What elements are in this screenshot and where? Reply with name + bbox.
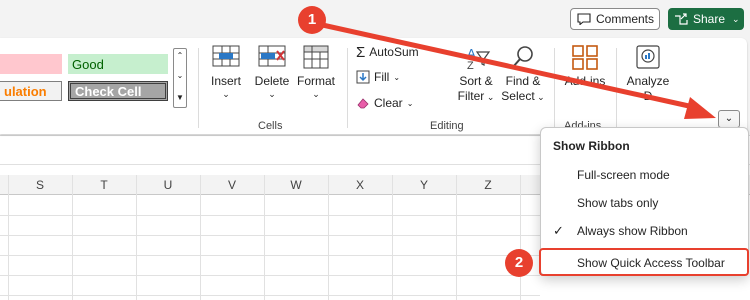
addins-label: Add-ins	[564, 74, 606, 88]
column-header-t[interactable]: T	[72, 178, 136, 192]
fill-button[interactable]: Fill ⌄	[356, 68, 400, 86]
share-button[interactable]: Share ⌄	[668, 8, 744, 30]
scroll-up-icon[interactable]: ⌃	[174, 51, 186, 61]
fill-down-icon	[356, 70, 370, 84]
find-select-button[interactable]: Find & Select ⌄	[500, 44, 546, 105]
ribbon: Good ulation Check Cell ⌃ ⌄ ▼ Insert ⌄ D…	[0, 36, 750, 136]
autosum-button[interactable]: Σ AutoSum	[356, 43, 419, 61]
column-header-u[interactable]: U	[136, 178, 200, 192]
cells-group-label: Cells	[258, 120, 283, 132]
group-divider	[198, 48, 199, 128]
find-select-line1: Find &	[505, 74, 541, 88]
checkmark-icon: ✓	[553, 223, 564, 238]
clear-button[interactable]: Clear ⌄	[356, 94, 413, 112]
eraser-icon	[357, 98, 369, 109]
comment-icon	[577, 13, 591, 25]
gridline	[392, 175, 393, 300]
column-header-s[interactable]: S	[8, 178, 72, 192]
gridline	[456, 175, 457, 300]
group-divider	[616, 48, 617, 128]
svg-text:Z: Z	[467, 60, 474, 70]
autosum-label: AutoSum	[369, 45, 419, 59]
format-button[interactable]: Format ⌄	[294, 44, 338, 99]
analyze-data-button[interactable]: Analyze D	[622, 44, 674, 104]
svg-text:A: A	[467, 46, 476, 61]
gridline	[0, 235, 540, 236]
gridline	[0, 215, 540, 216]
menu-item-full-screen[interactable]: Full-screen mode	[577, 168, 670, 182]
sigma-icon: Σ	[356, 43, 366, 61]
insert-label: Insert	[210, 74, 241, 88]
sort-filter-button[interactable]: A Z Sort & Filter ⌄	[452, 44, 500, 105]
annotation-badge-2: 2	[505, 249, 533, 277]
styles-gallery-scroll[interactable]: ⌃ ⌄ ▼	[173, 48, 187, 108]
gridline	[328, 175, 329, 300]
gridline	[520, 175, 521, 300]
sort-filter-line1: Sort &	[459, 74, 493, 88]
chevron-down-icon: ⌄	[393, 72, 401, 82]
comments-label: Comments	[596, 12, 655, 26]
clear-label: Clear	[374, 96, 403, 110]
annotation-badge-1: 1	[298, 6, 326, 34]
gridline	[8, 175, 9, 300]
insert-cells-icon	[212, 45, 240, 67]
ribbon-panel: Good ulation Check Cell ⌃ ⌄ ▼ Insert ⌄ D…	[0, 38, 747, 134]
gallery-more-icon[interactable]: ▼	[174, 93, 186, 103]
gridline	[0, 275, 540, 276]
menu-item-show-tabs-only[interactable]: Show tabs only	[577, 196, 658, 210]
column-header-v[interactable]: V	[200, 178, 264, 192]
style-calculation[interactable]: ulation	[0, 81, 62, 101]
share-label: Share	[693, 12, 726, 26]
addins-button[interactable]: Add-ins	[560, 44, 610, 89]
group-divider	[554, 48, 555, 128]
title-bar: Comments Share ⌄	[0, 0, 750, 36]
sort-filter-line2: Filter	[457, 89, 485, 103]
insert-button[interactable]: Insert ⌄	[206, 44, 246, 99]
column-header-x[interactable]: X	[328, 178, 392, 192]
editing-group-label: Editing	[430, 120, 464, 132]
share-icon	[675, 13, 688, 25]
gridline	[0, 255, 540, 256]
gridline	[136, 175, 137, 300]
sort-filter-icon: A Z	[467, 46, 491, 70]
column-header-z[interactable]: Z	[456, 178, 520, 192]
delete-button[interactable]: Delete ⌄	[252, 44, 292, 99]
gridline	[72, 175, 73, 300]
style-bad[interactable]	[0, 54, 62, 74]
style-good[interactable]: Good	[68, 54, 168, 74]
menu-item-always-show-ribbon[interactable]: Always show Ribbon	[577, 224, 688, 238]
highlight-box	[539, 248, 749, 276]
chevron-down-icon: ⌄	[732, 13, 740, 24]
scroll-down-icon[interactable]: ⌄	[174, 71, 186, 81]
fill-label: Fill	[374, 70, 390, 84]
group-divider	[347, 48, 348, 128]
menu-title: Show Ribbon	[553, 139, 630, 153]
find-select-line2: Select	[501, 89, 535, 103]
chevron-down-icon: ⌄	[222, 89, 230, 99]
comments-button[interactable]: Comments	[570, 8, 660, 30]
magnifier-icon	[512, 46, 533, 68]
gridline	[264, 175, 265, 300]
addins-grid-icon	[572, 45, 598, 70]
chevron-down-icon: ⌄	[312, 89, 320, 99]
delete-label: Delete	[254, 74, 290, 88]
column-header-w[interactable]: W	[264, 178, 328, 192]
chevron-down-icon: ⌄	[268, 89, 276, 99]
analyze-line2: D	[643, 89, 653, 103]
delete-cells-icon	[258, 45, 286, 67]
format-cells-icon	[303, 45, 329, 69]
chevron-down-icon: ⌄	[484, 92, 495, 102]
analyze-line1: Analyze	[626, 74, 670, 88]
chevron-down-icon: ⌄	[406, 98, 414, 108]
chevron-down-icon: ⌄	[534, 92, 545, 102]
gridline	[200, 175, 201, 300]
column-header-y[interactable]: Y	[392, 178, 456, 192]
style-check-cell[interactable]: Check Cell	[68, 81, 168, 101]
analyze-data-icon	[636, 45, 660, 69]
ribbon-display-options-button[interactable]: ⌄	[718, 110, 740, 128]
gridline	[0, 295, 540, 296]
format-label: Format	[296, 74, 335, 88]
chevron-down-icon: ⌄	[724, 113, 734, 124]
